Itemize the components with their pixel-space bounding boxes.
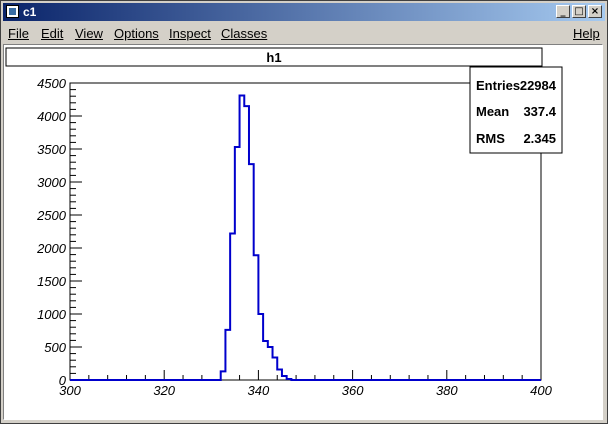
stats-rms-value: 2.345	[523, 131, 556, 146]
x-tick-label: 360	[342, 383, 364, 398]
x-tick-label: 300	[59, 383, 81, 398]
y-tick-label: 3000	[37, 175, 67, 190]
stats-rms-label: RMS	[476, 131, 505, 146]
stats-mean-label: Mean	[476, 104, 509, 119]
y-tick-label: 4000	[37, 109, 67, 124]
stats-entries-label: Entries	[476, 78, 520, 93]
y-tick-label: 1000	[37, 307, 67, 322]
y-tick-label: 2000	[36, 241, 67, 256]
stats-mean-value: 337.4	[523, 104, 556, 119]
y-tick-label: 3500	[37, 142, 67, 157]
y-tick-label: 1500	[37, 274, 67, 289]
histogram-chart[interactable]: h1 050010001500200025003000350040004500 …	[0, 0, 608, 424]
y-tick-label: 2500	[36, 208, 67, 223]
x-tick-label: 320	[153, 383, 175, 398]
x-tick-label: 400	[530, 383, 552, 398]
x-tick-label: 380	[436, 383, 458, 398]
y-axis: 050010001500200025003000350040004500	[36, 76, 82, 388]
y-tick-label: 4500	[37, 76, 67, 91]
chart-title: h1	[266, 50, 281, 65]
x-tick-label: 340	[248, 383, 270, 398]
y-tick-label: 500	[44, 340, 66, 355]
stats-entries-value: 22984	[520, 78, 557, 93]
x-axis: 300 320 340 360 380 400	[59, 370, 553, 398]
